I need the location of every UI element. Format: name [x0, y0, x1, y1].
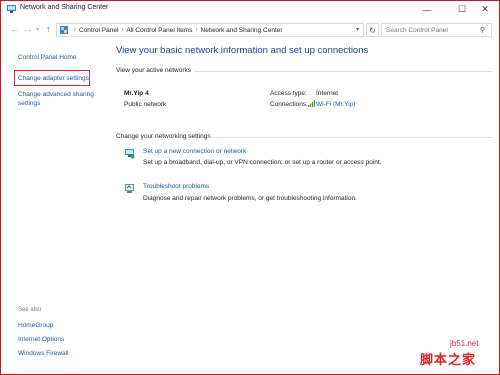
- breadcrumb-all-items[interactable]: All Control Panel Items: [126, 27, 192, 34]
- homegroup-link[interactable]: HomeGroup: [18, 321, 53, 330]
- recent-locations-icon[interactable]: ▾: [36, 26, 39, 33]
- setup-connection-description: Set up a broadband, dial-up, or VPN conn…: [143, 159, 382, 166]
- breadcrumb-separator: ›: [121, 27, 124, 33]
- breadcrumb-control-panel[interactable]: Control Panel: [79, 27, 118, 34]
- troubleshoot-description: Diagnose and repair network problems, or…: [143, 195, 357, 202]
- access-type-value: Internet: [316, 90, 339, 97]
- breadcrumb-separator: ›: [195, 27, 198, 33]
- section-divider: [194, 71, 492, 72]
- minimize-button[interactable]: —: [413, 1, 441, 18]
- wifi-connection-link[interactable]: Wi-Fi (Mr.Yip): [316, 101, 355, 108]
- search-icon[interactable]: ⚲: [480, 26, 485, 34]
- troubleshoot-link[interactable]: Troubleshoot problems: [143, 183, 209, 190]
- search-box: ⚲: [381, 23, 492, 37]
- section-divider: [209, 137, 492, 138]
- internet-options-link[interactable]: Internet Options: [18, 335, 64, 344]
- left-pane: Control Panel Home Change adapter settin…: [1, 41, 109, 374]
- close-button[interactable]: ✕: [471, 1, 499, 18]
- window-title: Network and Sharing Center: [20, 4, 109, 11]
- main-pane: View your basic network information and …: [109, 41, 499, 374]
- refresh-icon[interactable]: ↻: [366, 23, 379, 37]
- troubleshoot-icon: [125, 184, 134, 193]
- title-bar: Network and Sharing Center — ☐ ✕: [1, 1, 499, 18]
- up-arrow-icon[interactable]: ↑: [46, 24, 51, 34]
- change-advanced-sharing-link[interactable]: Change advanced sharing settings: [18, 90, 100, 108]
- windows-firewall-link[interactable]: Windows Firewall: [18, 349, 69, 358]
- network-sharing-window: Network and Sharing Center — ☐ ✕ ← → ▾ ↑…: [1, 1, 499, 374]
- network-type-link[interactable]: Public network: [124, 101, 166, 108]
- access-type-label: Access type:: [270, 90, 307, 97]
- see-also-label: See also: [18, 307, 42, 313]
- breadcrumb[interactable]: › Control Panel › All Control Panel Item…: [56, 23, 364, 37]
- back-arrow-icon[interactable]: ←: [10, 24, 19, 34]
- control-panel-icon: [60, 26, 68, 34]
- breadcrumb-network-center[interactable]: Network and Sharing Center: [201, 27, 283, 34]
- new-connection-icon: [125, 149, 135, 159]
- wifi-signal-icon: [308, 100, 315, 107]
- network-name: Mr.Yip 4: [124, 90, 149, 97]
- watermark-domain: jb51.net: [450, 339, 479, 348]
- active-networks-label: View your active networks: [116, 67, 192, 74]
- page-title: View your basic network information and …: [116, 45, 369, 56]
- breadcrumb-separator: ›: [74, 27, 76, 33]
- change-settings-label: Change your networking settings: [116, 133, 211, 140]
- connections-label: Connections:: [270, 101, 308, 108]
- setup-connection-link[interactable]: Set up a new connection or network: [143, 148, 246, 155]
- control-panel-home-link[interactable]: Control Panel Home: [18, 53, 77, 62]
- chevron-down-icon[interactable]: ▾: [356, 26, 359, 33]
- forward-arrow-icon[interactable]: →: [23, 24, 32, 34]
- network-app-icon: [7, 5, 16, 13]
- search-input[interactable]: [382, 24, 480, 36]
- watermark-logo-text: 脚本之家: [420, 352, 477, 367]
- change-adapter-settings-link[interactable]: Change adapter settings: [18, 74, 89, 83]
- address-bar: ← → ▾ ↑ › Control Panel › All Control Pa…: [1, 20, 499, 40]
